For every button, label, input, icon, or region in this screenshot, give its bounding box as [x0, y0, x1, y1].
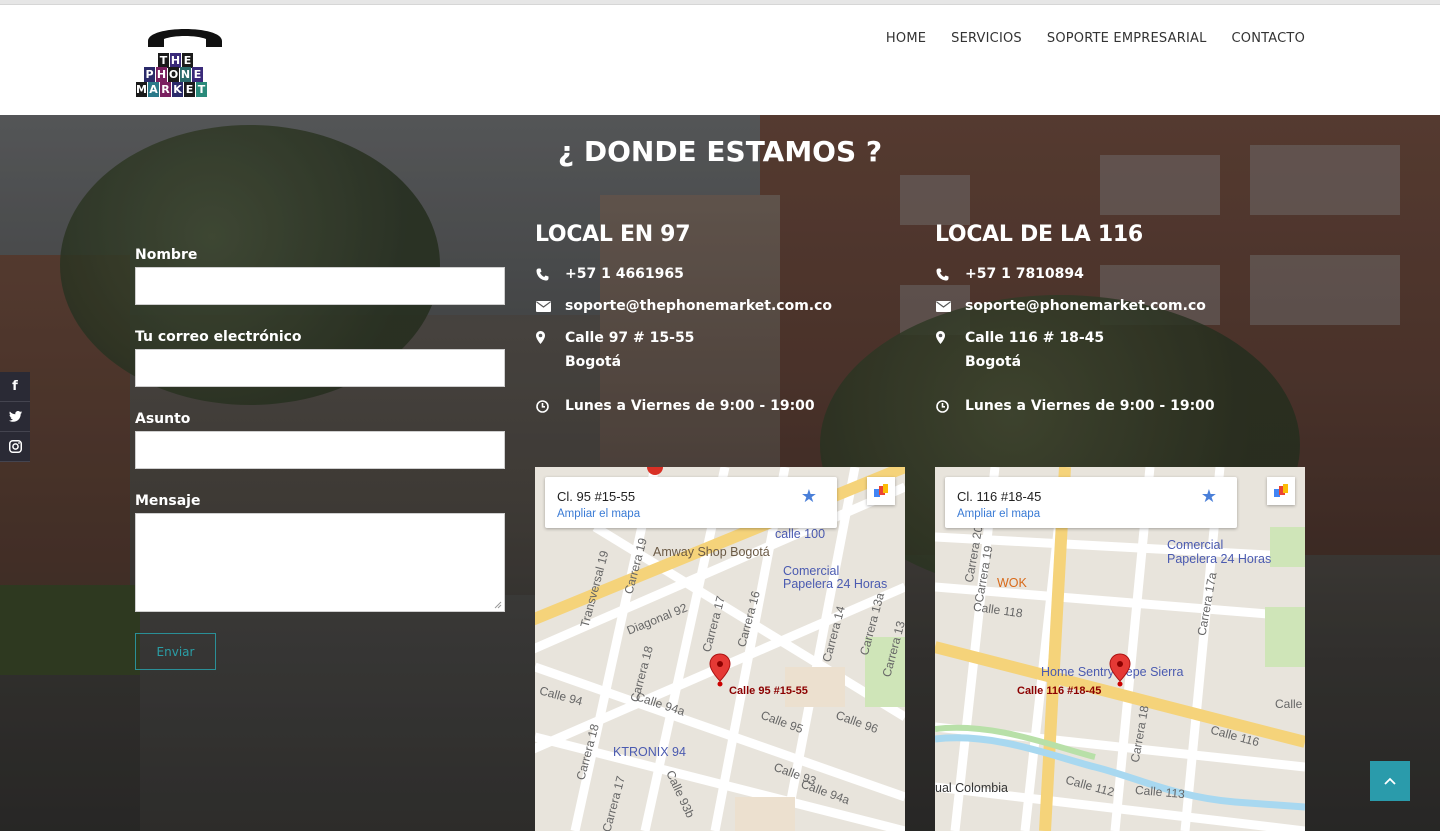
- chevron-up-icon: [1384, 777, 1396, 785]
- phone-icon: [935, 262, 965, 286]
- map-pin-icon[interactable]: [709, 653, 731, 687]
- map-layers-button[interactable]: [867, 477, 895, 505]
- location-email[interactable]: soporte@thephonemarket.com.co: [565, 294, 832, 318]
- phone-icon: [535, 262, 565, 286]
- location-phone[interactable]: +57 1 4661965: [565, 262, 684, 286]
- map-pin-icon[interactable]: [1109, 653, 1131, 687]
- phone-handset-icon: [148, 29, 222, 47]
- map-poi-papelera[interactable]: Papelera 24 Horas: [1167, 552, 1271, 566]
- map-local-116[interactable]: Carrera 20 Carrera 19 Calle 118 Carrera …: [935, 467, 1305, 831]
- label-mensaje: Mensaje: [135, 493, 201, 509]
- nav-servicios[interactable]: SERVICIOS: [951, 31, 1022, 46]
- map-info-card: Cl. 95 #15-55 Ampliar el mapa ★: [545, 477, 837, 528]
- facebook-icon[interactable]: f: [0, 372, 30, 402]
- star-icon[interactable]: ★: [801, 486, 817, 507]
- twitter-icon[interactable]: [0, 402, 30, 432]
- clock-icon: [535, 394, 565, 418]
- clock-icon: [935, 394, 965, 418]
- map-poi-papelera[interactable]: Papelera 24 Horas: [783, 577, 887, 591]
- ampliar-mapa-link[interactable]: Ampliar el mapa: [957, 508, 1040, 520]
- map-street-label: Calle: [1275, 697, 1303, 711]
- map-poi-ktronix[interactable]: KTRONIX 94: [613, 745, 686, 759]
- location-hours: Lunes a Viernes de 9:00 - 19:00: [965, 398, 1215, 414]
- site-header: THE PHONE MARKET HOME SERVICIOS SOPORTE …: [0, 5, 1440, 115]
- main-nav: HOME SERVICIOS SOPORTE EMPRESARIAL CONTA…: [886, 31, 1305, 46]
- asunto-input[interactable]: [135, 431, 505, 469]
- map-local-97[interactable]: Transversal 19 Carrera 19 Diagonal 92 Ca…: [535, 467, 905, 831]
- envelope-icon: [935, 294, 965, 318]
- nav-contacto[interactable]: CONTACTO: [1232, 31, 1305, 46]
- map-pin-label: Calle 116 #18-45: [1017, 685, 1102, 697]
- map-poi-calle100[interactable]: calle 100: [775, 527, 825, 541]
- location-city: Bogotá: [965, 354, 1022, 370]
- location-phone[interactable]: +57 1 7810894: [965, 262, 1084, 286]
- logo-word-the: THE: [158, 53, 193, 68]
- location-97: LOCAL EN 97 +57 1 4661965 soporte@thepho…: [535, 222, 905, 414]
- label-asunto: Asunto: [135, 411, 191, 427]
- instagram-icon[interactable]: [0, 432, 30, 462]
- resize-handle-icon[interactable]: [494, 601, 502, 609]
- map-card-address: Cl. 95 #15-55: [557, 489, 636, 504]
- map-poi-comercial[interactable]: Comercial: [1167, 538, 1223, 552]
- map-card-address: Cl. 116 #18-45: [957, 489, 1042, 504]
- map-marker-icon: [535, 326, 565, 374]
- email-input[interactable]: [135, 349, 505, 387]
- envelope-icon: [535, 294, 565, 318]
- map-poi-colombia[interactable]: ual Colombia: [935, 781, 1008, 795]
- location-title: LOCAL DE LA 116: [935, 222, 1143, 247]
- layers-icon: [874, 484, 888, 497]
- label-nombre: Nombre: [135, 247, 198, 263]
- map-pin-label: Calle 95 #15-55: [729, 685, 808, 697]
- map-poi-amway[interactable]: Amway Shop Bogotá: [653, 545, 770, 559]
- enviar-button[interactable]: Enviar: [135, 633, 216, 670]
- social-bar: f: [0, 372, 30, 462]
- page-title: ¿ DONDE ESTAMOS ?: [557, 135, 883, 168]
- mensaje-textarea[interactable]: [135, 513, 505, 612]
- map-info-card: Cl. 116 #18-45 Ampliar el mapa ★: [945, 477, 1237, 528]
- scroll-to-top-button[interactable]: [1370, 761, 1410, 801]
- nombre-input[interactable]: [135, 267, 505, 305]
- location-address: Calle 97 # 15-55: [565, 330, 695, 346]
- nav-soporte-empresarial[interactable]: SOPORTE EMPRESARIAL: [1047, 31, 1207, 46]
- location-email[interactable]: soporte@phonemarket.com.co: [965, 294, 1206, 318]
- ampliar-mapa-link[interactable]: Ampliar el mapa: [557, 508, 640, 520]
- site-logo[interactable]: THE PHONE MARKET: [136, 19, 234, 99]
- layers-icon: [1274, 484, 1288, 497]
- location-title: LOCAL EN 97: [535, 222, 691, 247]
- logo-word-market: MARKET: [136, 82, 207, 97]
- nav-home[interactable]: HOME: [886, 31, 926, 46]
- map-layers-button[interactable]: [1267, 477, 1295, 505]
- map-poi-wok[interactable]: WOK: [997, 576, 1027, 590]
- location-hours: Lunes a Viernes de 9:00 - 19:00: [565, 398, 815, 414]
- map-poi-comercial[interactable]: Comercial: [783, 564, 839, 578]
- star-icon[interactable]: ★: [1201, 486, 1217, 507]
- map-marker-icon: [935, 326, 965, 374]
- location-city: Bogotá: [565, 354, 622, 370]
- label-correo: Tu correo electrónico: [135, 329, 302, 345]
- logo-word-phone: PHONE: [144, 67, 203, 82]
- location-116: LOCAL DE LA 116 +57 1 7810894 soporte@ph…: [935, 222, 1305, 414]
- location-address: Calle 116 # 18-45: [965, 330, 1105, 346]
